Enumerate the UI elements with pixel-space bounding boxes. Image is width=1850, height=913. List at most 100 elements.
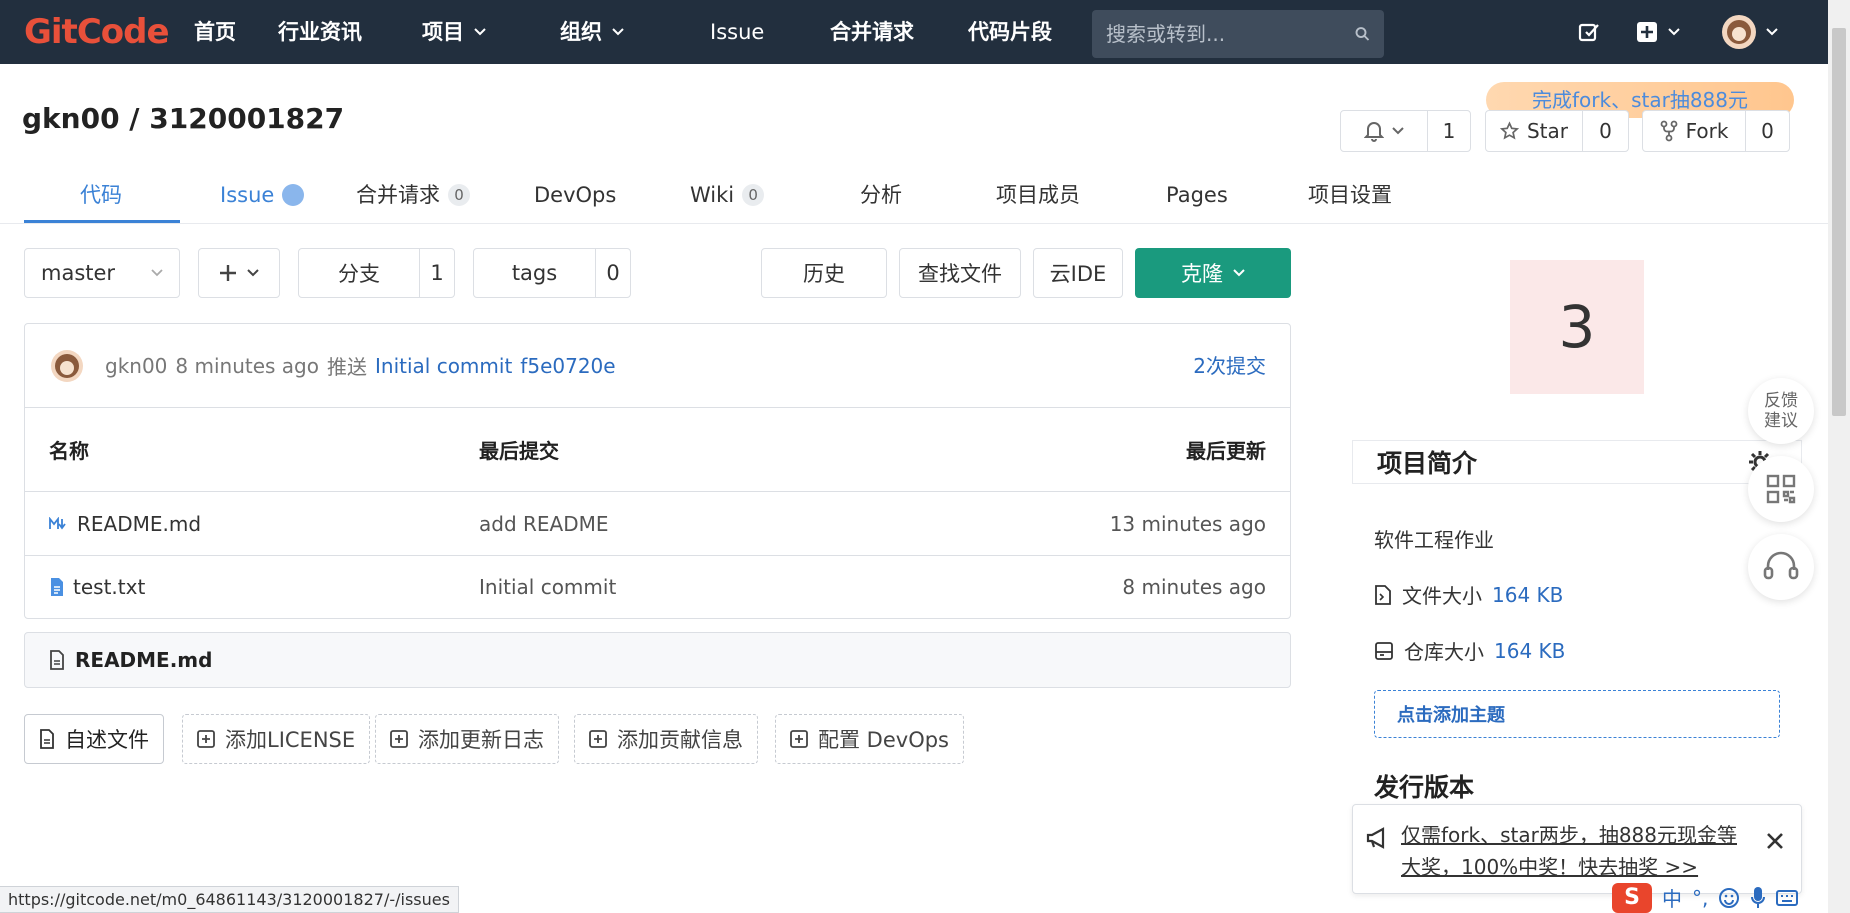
branch-select-inner[interactable]: master [25,249,179,297]
emoji-icon[interactable] [1718,887,1740,909]
file-commit-message[interactable]: add README [479,493,609,555]
file-name[interactable]: README.md [77,512,201,536]
star-icon [1500,121,1519,140]
microphone-icon[interactable] [1750,886,1766,910]
file-size-info: 文件大小 164 KB [1374,580,1563,609]
tab-analytics[interactable]: 分析 [860,166,902,224]
add-contributing-button[interactable]: 添加贡献信息 [574,714,758,764]
page-scrollbar[interactable] [1828,0,1850,913]
tab-issues[interactable]: Issue 0 [220,166,305,224]
nav-groups[interactable]: 组织 [560,0,624,64]
configure-devops-button[interactable]: 配置 DevOps [775,714,964,764]
fork-toggle[interactable]: Fork [1643,111,1745,151]
find-file-button[interactable]: 查找文件 [899,248,1021,298]
tab-devops[interactable]: DevOps [534,166,616,224]
commit-count-link[interactable]: 2次提交 [1193,324,1266,408]
tab-settings[interactable]: 项目设置 [1308,166,1392,224]
star-label: Star [1526,119,1568,143]
keyboard-icon[interactable] [1776,888,1799,908]
tab-code[interactable]: 代码 [80,166,122,224]
star-toggle[interactable]: Star [1486,111,1582,151]
fork-button[interactable]: Fork 0 [1642,110,1790,152]
add-topic-button[interactable]: 点击添加主题 [1374,690,1780,738]
gitcode-logo[interactable]: GitCode [24,12,170,52]
tab-members[interactable]: 项目成员 [996,166,1080,224]
star-button[interactable]: Star 0 [1485,110,1629,152]
search-input[interactable] [1106,22,1355,46]
branch-select[interactable]: master [24,248,180,298]
nav-projects[interactable]: 项目 [422,0,486,64]
nav-snippets-label: 代码片段 [968,20,1052,44]
browser-status-url: https://gitcode.net/m0_64861143/31200018… [0,886,459,913]
new-button[interactable] [1636,0,1680,64]
add-dropdown[interactable] [198,248,280,298]
add-changelog-button[interactable]: 添加更新日志 [375,714,559,764]
user-menu[interactable] [1722,0,1778,64]
issue-count-badge: 0 [282,184,305,206]
table-header: 名称 最后提交 最后更新 [25,408,1290,492]
readme-title: README.md [75,648,213,672]
nav-news-label: 行业资讯 [278,20,362,44]
ime-punctuation[interactable]: °, [1692,886,1708,910]
feedback-button[interactable]: 反馈 建议 [1748,378,1814,444]
branches-count: 1 [419,249,454,297]
fork-label: Fork [1685,119,1729,143]
readme-file-button[interactable]: 自述文件 [24,714,164,764]
file-name-cell[interactable]: test.txt [49,556,145,617]
project-title[interactable]: gkn00 / 3120001827 [22,102,344,135]
watch-button[interactable]: 1 [1340,110,1471,152]
scrollbar-thumb[interactable] [1832,28,1846,416]
nav-merge-requests[interactable]: 合并请求 [830,0,914,64]
tab-merge-requests-label: 合并请求 [356,183,440,207]
nav-snippets[interactable]: 代码片段 [968,0,1052,64]
chevron-down-icon [1233,269,1245,277]
branches-button[interactable]: 分支 1 [298,248,455,298]
file-name[interactable]: test.txt [73,575,145,599]
sogou-logo[interactable]: S [1612,882,1652,913]
watch-toggle[interactable] [1341,111,1427,151]
promo-notification: 仅需fork、star两步，抽888元现金等大奖，100%中奖！快去抽奖 >> [1352,804,1802,894]
file-commit-message[interactable]: Initial commit [479,556,616,617]
notification-message-link[interactable]: 仅需fork、star两步，抽888元现金等大奖，100%中奖！快去抽奖 >> [1401,819,1753,883]
nav-issues[interactable]: Issue [710,0,764,64]
search-box[interactable] [1092,10,1384,58]
ime-mode[interactable]: 中 [1662,883,1682,912]
tags-button[interactable]: tags 0 [473,248,631,298]
commit-message-link[interactable]: Initial commit [375,354,512,378]
chevron-down-icon [1668,28,1680,36]
search-icon[interactable] [1355,24,1370,44]
table-row[interactable]: README.md add README 13 minutes ago [25,493,1290,555]
clone-button[interactable]: 克隆 [1135,248,1291,298]
commit-sha-link[interactable]: f5e0720e [520,354,615,378]
tags-label: tags [511,261,558,285]
configure-devops-label: 配置 DevOps [818,728,949,752]
chevron-down-icon [247,269,259,277]
avatar[interactable] [51,349,83,382]
find-file-label: 查找文件 [918,262,1002,286]
file-name-cell[interactable]: README.md [49,493,201,555]
cloud-ide-button[interactable]: 云IDE [1033,248,1123,298]
nav-merge-requests-label: 合并请求 [830,20,914,44]
todo-button[interactable] [1578,0,1600,64]
commit-author[interactable]: gkn00 [105,354,167,378]
add-dropdown-inner[interactable] [199,249,279,297]
customer-service-button[interactable] [1748,534,1814,600]
tab-wiki[interactable]: Wiki 0 [690,166,765,224]
header-last-commit: 最后提交 [479,439,559,463]
chevron-down-icon [151,269,163,277]
tab-merge-requests[interactable]: 合并请求 0 [356,166,470,224]
commit-action: 推送 [327,355,367,379]
last-commit-row: gkn00 8 minutes ago 推送 Initial commit f5… [25,324,1290,408]
file-text-icon [51,577,63,596]
nav-home[interactable]: 首页 [194,0,236,64]
table-row[interactable]: test.txt Initial commit 8 minutes ago [25,555,1290,617]
repo-size-value: 164 KB [1494,638,1566,663]
add-changelog-label: 添加更新日志 [418,728,544,752]
history-button[interactable]: 历史 [761,248,887,298]
close-icon[interactable] [1761,827,1789,855]
add-license-button[interactable]: 添加LICENSE [182,714,371,764]
qr-code-button[interactable] [1748,456,1814,522]
nav-news[interactable]: 行业资讯 [278,0,362,64]
tab-pages[interactable]: Pages [1166,166,1228,224]
tab-settings-label: 项目设置 [1308,183,1392,207]
